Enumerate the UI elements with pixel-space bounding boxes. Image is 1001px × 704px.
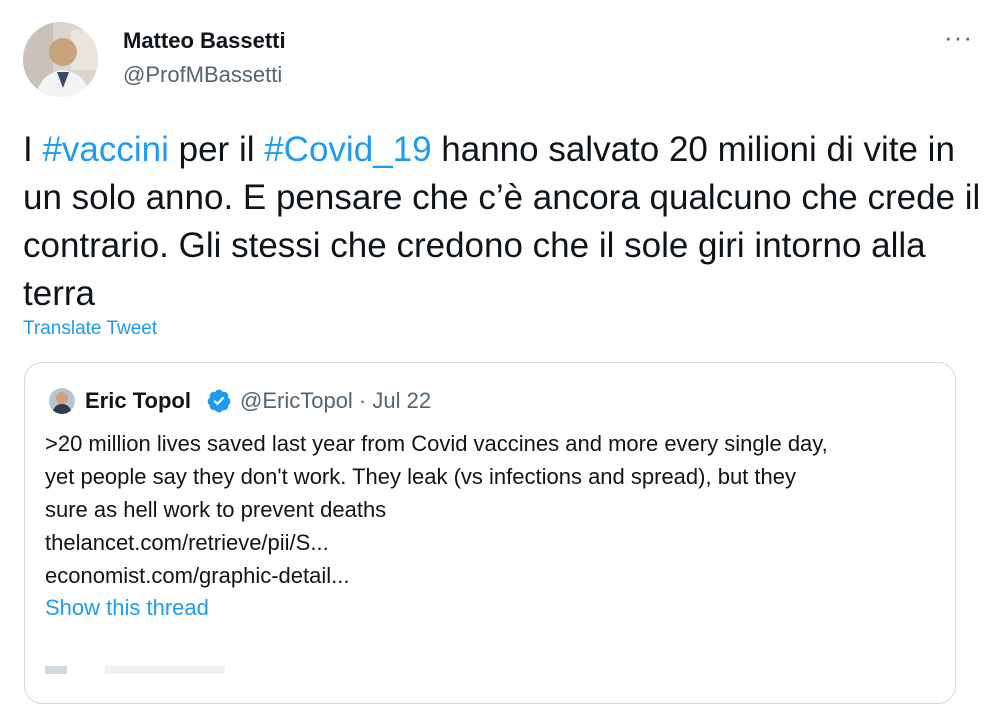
quote-meta[interactable]: @EricTopol · Jul 22 (240, 388, 431, 414)
author-name[interactable]: Matteo Bassetti (123, 28, 286, 54)
hashtag-vaccini[interactable]: #vaccini (42, 130, 168, 169)
tweet-text-part: I (23, 130, 43, 169)
more-icon[interactable]: ··· (944, 22, 973, 53)
avatar[interactable] (23, 22, 98, 97)
author-handle[interactable]: @ProfMBassetti (123, 62, 282, 88)
tweet-text-part: per il (168, 130, 265, 169)
quoted-tweet[interactable]: Eric Topol @EricTopol · Jul 22 >20 milli… (24, 362, 956, 704)
quote-line: yet people say they don't work. They lea… (45, 464, 796, 489)
quote-footer (45, 661, 345, 674)
quote-author-name[interactable]: Eric Topol (85, 388, 191, 414)
quote-line: sure as hell work to prevent deaths (45, 497, 387, 522)
quote-link[interactable]: economist.com/graphic-detail... (45, 559, 945, 592)
quote-link[interactable]: thelancet.com/retrieve/pii/S... (45, 526, 945, 559)
quote-line: >20 million lives saved last year from C… (45, 431, 828, 456)
quote-avatar[interactable] (49, 388, 75, 414)
translate-tweet-link[interactable]: Translate Tweet (23, 318, 157, 340)
quote-text: >20 million lives saved last year from C… (45, 427, 945, 592)
hashtag-covid19[interactable]: #Covid_19 (264, 130, 431, 169)
tweet-text: I #vaccini per il #Covid_19 hanno salvat… (23, 126, 983, 318)
verified-badge-icon (206, 388, 232, 414)
show-thread-link[interactable]: Show this thread (45, 595, 209, 621)
